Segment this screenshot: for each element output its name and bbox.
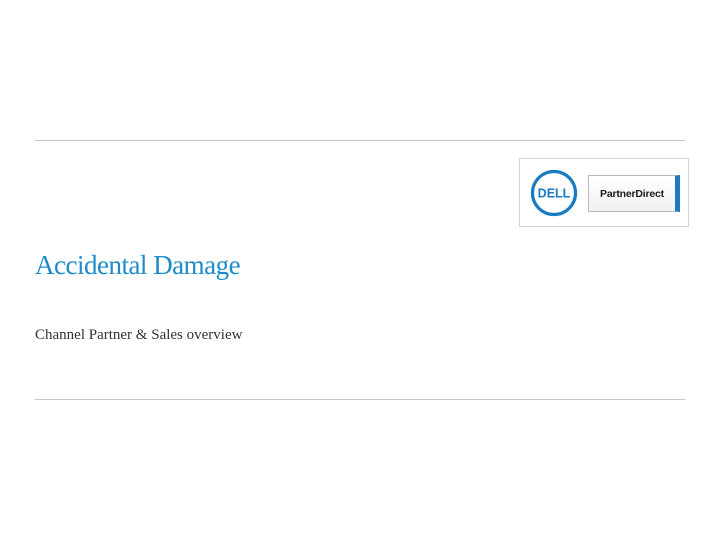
partnerdirect-logo: DELL PartnerDirect bbox=[519, 158, 689, 227]
slide-title: Accidental Damage bbox=[35, 250, 241, 280]
top-divider bbox=[35, 140, 685, 141]
dell-logo-icon: DELL bbox=[530, 169, 578, 217]
slide-subtitle: Channel Partner & Sales overview bbox=[35, 327, 243, 343]
title-slide: DELL PartnerDirect Accidental Damage Cha… bbox=[0, 0, 720, 540]
dell-logo-text: DELL bbox=[538, 187, 571, 201]
bottom-divider bbox=[35, 399, 685, 400]
partnerdirect-label: PartnerDirect bbox=[600, 187, 664, 200]
partnerdirect-badge: PartnerDirect bbox=[588, 175, 680, 212]
